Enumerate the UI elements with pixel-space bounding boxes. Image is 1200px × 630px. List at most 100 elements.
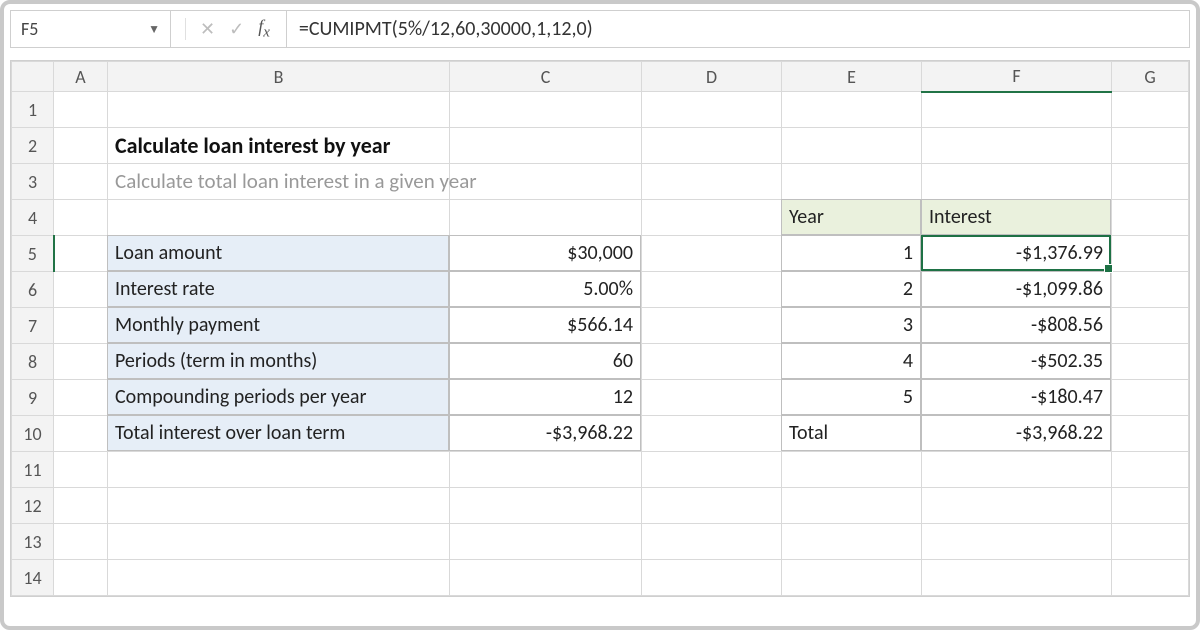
select-all-corner[interactable] xyxy=(12,62,54,92)
formula-input[interactable]: =CUMIPMT(5%/12,60,30000,1,12,0) xyxy=(287,11,1189,47)
cell[interactable] xyxy=(922,560,1112,596)
row-header-12[interactable]: 12 xyxy=(12,488,54,524)
cell[interactable] xyxy=(782,92,922,128)
cell[interactable] xyxy=(922,452,1112,488)
cell[interactable] xyxy=(642,380,782,416)
cell[interactable] xyxy=(922,92,1112,128)
col-header-C[interactable]: C xyxy=(450,62,642,92)
cell[interactable] xyxy=(54,164,108,200)
col-header-B[interactable]: B xyxy=(108,62,450,92)
col-header-G[interactable]: G xyxy=(1112,62,1189,92)
cell[interactable] xyxy=(108,524,450,560)
cell[interactable] xyxy=(642,272,782,308)
cell[interactable] xyxy=(108,488,450,524)
cell[interactable] xyxy=(54,128,108,164)
col-header-A[interactable]: A xyxy=(54,62,108,92)
cell[interactable] xyxy=(108,200,450,236)
cell[interactable] xyxy=(450,488,642,524)
cell[interactable] xyxy=(1112,380,1189,416)
cell[interactable] xyxy=(782,164,922,200)
row-header-14[interactable]: 14 xyxy=(12,560,54,596)
cell[interactable] xyxy=(922,488,1112,524)
cell[interactable] xyxy=(922,128,1112,164)
row-header-9[interactable]: 9 xyxy=(12,380,54,416)
cell[interactable] xyxy=(450,92,642,128)
cell[interactable] xyxy=(54,200,108,236)
cell[interactable] xyxy=(1112,488,1189,524)
cell[interactable] xyxy=(54,380,108,416)
cell[interactable] xyxy=(54,308,108,344)
cell[interactable] xyxy=(642,416,782,452)
col-header-D[interactable]: D xyxy=(642,62,782,92)
cell[interactable] xyxy=(1112,128,1189,164)
cell[interactable] xyxy=(54,560,108,596)
cell[interactable] xyxy=(1112,164,1189,200)
cell[interactable] xyxy=(1112,452,1189,488)
row-header-6[interactable]: 6 xyxy=(12,272,54,308)
cell[interactable] xyxy=(1112,236,1189,272)
cell[interactable] xyxy=(642,344,782,380)
cell[interactable] xyxy=(642,524,782,560)
cell[interactable] xyxy=(450,200,642,236)
cell[interactable] xyxy=(922,524,1112,560)
cancel-icon[interactable]: ✕ xyxy=(200,18,215,40)
cell[interactable] xyxy=(922,164,1112,200)
cell[interactable] xyxy=(1112,416,1189,452)
col-header-F[interactable]: F xyxy=(922,62,1112,92)
cell[interactable] xyxy=(1112,272,1189,308)
cell[interactable] xyxy=(642,452,782,488)
cell[interactable] xyxy=(1112,308,1189,344)
cell[interactable] xyxy=(108,92,450,128)
cell[interactable] xyxy=(1112,92,1189,128)
cell[interactable] xyxy=(1112,344,1189,380)
cell[interactable] xyxy=(782,488,922,524)
cell[interactable] xyxy=(450,452,642,488)
cell[interactable] xyxy=(642,92,782,128)
loan-label-periods: Periods (term in months) xyxy=(107,343,449,379)
row-header-8[interactable]: 8 xyxy=(12,344,54,380)
row-header-13[interactable]: 13 xyxy=(12,524,54,560)
row-header-1[interactable]: 1 xyxy=(12,92,54,128)
cell[interactable] xyxy=(642,560,782,596)
chevron-down-icon[interactable]: ▼ xyxy=(148,22,160,37)
cell[interactable] xyxy=(54,452,108,488)
cell[interactable] xyxy=(1112,200,1189,236)
row-header-3[interactable]: 3 xyxy=(12,164,54,200)
cell[interactable] xyxy=(642,200,782,236)
cell[interactable] xyxy=(782,524,922,560)
interest-cell: -$1,099.86 xyxy=(921,271,1111,307)
loan-value-total: -$3,968.22 xyxy=(449,415,641,451)
cell[interactable] xyxy=(1112,524,1189,560)
cell[interactable] xyxy=(450,524,642,560)
row-header-7[interactable]: 7 xyxy=(12,308,54,344)
cell[interactable] xyxy=(642,128,782,164)
row-header-4[interactable]: 4 xyxy=(12,200,54,236)
row-header-11[interactable]: 11 xyxy=(12,452,54,488)
name-box[interactable]: F5 ▼ xyxy=(11,11,171,47)
cell[interactable] xyxy=(782,128,922,164)
cell[interactable] xyxy=(642,308,782,344)
spreadsheet-grid[interactable]: A B C D E F G 1234567891011121314 Calcul… xyxy=(10,60,1190,597)
enter-icon[interactable]: ✓ xyxy=(229,18,244,40)
cell[interactable] xyxy=(54,344,108,380)
col-header-E[interactable]: E xyxy=(782,62,922,92)
cell[interactable] xyxy=(54,272,108,308)
row-header-2[interactable]: 2 xyxy=(12,128,54,164)
cell[interactable] xyxy=(642,488,782,524)
cell[interactable] xyxy=(782,452,922,488)
fx-icon[interactable]: fx xyxy=(258,16,272,42)
cell[interactable] xyxy=(54,416,108,452)
cell[interactable] xyxy=(54,488,108,524)
year-cell: 3 xyxy=(781,307,921,343)
row-header-10[interactable]: 10 xyxy=(12,416,54,452)
cell[interactable] xyxy=(54,92,108,128)
cell[interactable] xyxy=(642,236,782,272)
cell[interactable] xyxy=(450,560,642,596)
cell[interactable] xyxy=(1112,560,1189,596)
cell[interactable] xyxy=(54,236,108,272)
cell[interactable] xyxy=(782,560,922,596)
cell[interactable] xyxy=(54,524,108,560)
cell[interactable] xyxy=(108,560,450,596)
row-header-5[interactable]: 5 xyxy=(12,236,54,272)
cell[interactable] xyxy=(108,452,450,488)
